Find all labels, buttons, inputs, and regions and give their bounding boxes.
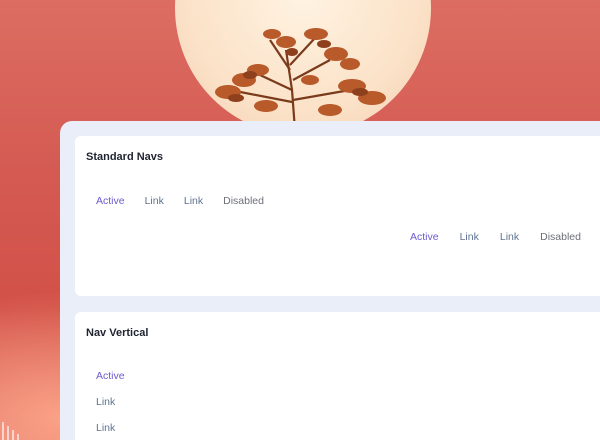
nav-item-active[interactable]: Active bbox=[96, 370, 125, 382]
nav-item-link[interactable]: Link bbox=[96, 396, 125, 408]
card-title: Nav Vertical bbox=[86, 327, 149, 339]
standard-navs-card: Standard Navs Active Link Link Disabled … bbox=[75, 136, 600, 296]
nav-item-link[interactable]: Link bbox=[184, 195, 203, 207]
card-title: Standard Navs bbox=[86, 151, 164, 163]
nav-item-active[interactable]: Active bbox=[96, 195, 125, 207]
nav-item-link[interactable]: Link bbox=[145, 195, 164, 207]
nav-item-link[interactable]: Link bbox=[96, 422, 125, 434]
nav-item-active[interactable]: Active bbox=[410, 231, 439, 243]
plant-illustration bbox=[215, 28, 386, 130]
nav-vertical-card: Nav Vertical Active Link Link bbox=[75, 312, 600, 440]
nav-item-link[interactable]: Link bbox=[460, 231, 479, 243]
nav-item-disabled: Disabled bbox=[223, 195, 264, 207]
decorative-stripes bbox=[2, 422, 19, 440]
standard-nav-left: Active Link Link Disabled bbox=[96, 195, 284, 207]
vertical-nav: Active Link Link bbox=[96, 370, 125, 440]
nav-item-disabled: Disabled bbox=[540, 231, 581, 243]
standard-nav-right: Active Link Link Disabled bbox=[410, 231, 600, 243]
nav-item-link[interactable]: Link bbox=[500, 231, 519, 243]
